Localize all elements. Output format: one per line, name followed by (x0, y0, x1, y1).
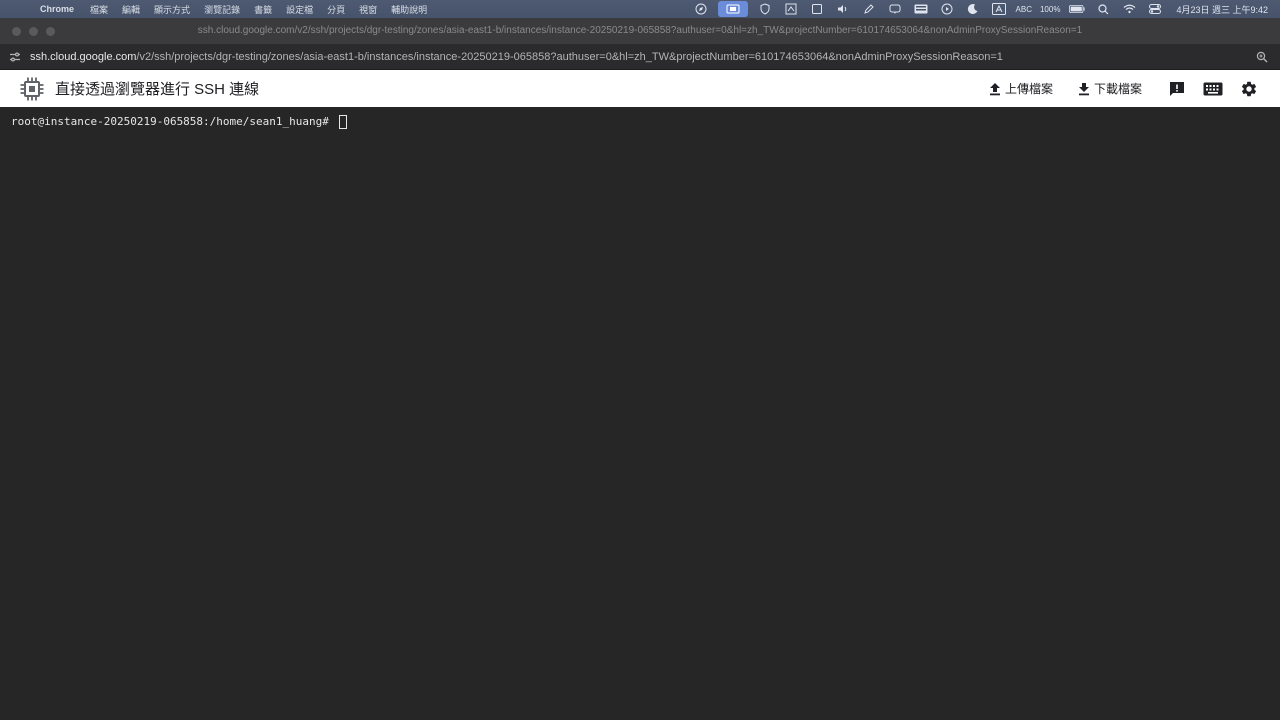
terminal-cursor (338, 115, 347, 129)
feedback-button[interactable] (1166, 78, 1188, 100)
keyboard-viewer-status-icon[interactable] (913, 3, 929, 15)
upload-file-button[interactable]: 上傳檔案 (988, 80, 1053, 97)
shield-status-icon[interactable] (757, 3, 773, 15)
menu-tab[interactable]: 分頁 (327, 3, 345, 16)
menu-bar-status-area: ABC 100% 4月23日 週三 上午9:42 (688, 0, 1272, 18)
window-title-bar[interactable]: ssh.cloud.google.com/v2/ssh/projects/dgr… (0, 18, 1280, 44)
battery-percentage: 100% (1039, 4, 1061, 14)
volume-status-icon[interactable] (835, 3, 851, 15)
feedback-icon (1170, 81, 1184, 96)
url-field[interactable]: ssh.cloud.google.com/v2/ssh/projects/dgr… (30, 51, 1003, 63)
moon-status-icon[interactable] (965, 3, 981, 15)
macos-menu-bar: Chrome 檔案 編輯 顯示方式 瀏覽記錄 書籤 設定檔 分頁 視窗 輔助說明 (0, 0, 1280, 18)
zoom-icon[interactable] (1256, 50, 1270, 64)
keyboard-button[interactable] (1202, 78, 1224, 100)
input-method-icon[interactable] (991, 3, 1007, 15)
menu-edit[interactable]: 編輯 (122, 3, 140, 16)
settings-button[interactable] (1238, 78, 1260, 100)
battery-icon[interactable] (1069, 3, 1086, 15)
menu-bookmarks[interactable]: 書籤 (254, 3, 272, 16)
compass-status-icon[interactable] (693, 3, 709, 15)
play-status-icon[interactable] (939, 3, 955, 15)
download-file-button[interactable]: 下載檔案 (1077, 80, 1142, 97)
menu-profiles[interactable]: 設定檔 (286, 3, 313, 16)
keyboard-icon (1203, 82, 1223, 95)
terminal-prompt: root@instance-20250219-065858:/home/sean… (11, 115, 336, 128)
menu-file[interactable]: 檔案 (90, 3, 108, 16)
display-status-icon[interactable] (809, 3, 825, 15)
upload-file-label: 上傳檔案 (1004, 82, 1053, 96)
header-toolbar: 上傳檔案 下載檔案 (988, 70, 1280, 107)
menu-window[interactable]: 視窗 (359, 3, 377, 16)
url-host: ssh.cloud.google.com (30, 50, 137, 63)
menu-view[interactable]: 顯示方式 (154, 3, 190, 16)
input-method-label[interactable]: ABC (1016, 5, 1032, 14)
compute-engine-chip-icon (19, 76, 45, 102)
download-icon (1078, 82, 1089, 95)
chat-status-icon[interactable] (887, 3, 903, 15)
pen-status-icon[interactable] (861, 3, 877, 15)
site-info-icon[interactable] (8, 50, 22, 64)
download-file-label: 下載檔案 (1093, 82, 1142, 96)
menu-app-name[interactable]: Chrome (40, 4, 74, 14)
ssh-app-header: 直接透過瀏覽器進行 SSH 連線 上傳檔案 下載檔案 (0, 70, 1280, 107)
terminal-prompt-line: root@instance-20250219-065858:/home/sean… (11, 115, 1269, 129)
wifi-icon[interactable] (1121, 3, 1137, 15)
screenshot-status-icon[interactable] (783, 3, 799, 15)
page-title: 直接透過瀏覽器進行 SSH 連線 (55, 81, 260, 98)
screen-recording-status-icon[interactable] (717, 1, 748, 17)
gear-icon (1241, 81, 1257, 96)
spotlight-search-icon[interactable] (1095, 3, 1111, 15)
url-path: /v2/ssh/projects/dgr-testing/zones/asia-… (136, 50, 1003, 63)
address-bar: ssh.cloud.google.com/v2/ssh/projects/dgr… (0, 44, 1280, 70)
control-center-icon[interactable] (1147, 3, 1163, 15)
ssh-terminal[interactable]: root@instance-20250219-065858:/home/sean… (0, 107, 1280, 720)
window-title: ssh.cloud.google.com/v2/ssh/projects/dgr… (197, 25, 1083, 36)
menu-history[interactable]: 瀏覽記錄 (204, 3, 240, 16)
menu-bar-clock[interactable]: 4月23日 週三 上午9:42 (1176, 3, 1268, 16)
upload-icon (989, 82, 1000, 95)
menu-help[interactable]: 輔助說明 (391, 3, 427, 16)
